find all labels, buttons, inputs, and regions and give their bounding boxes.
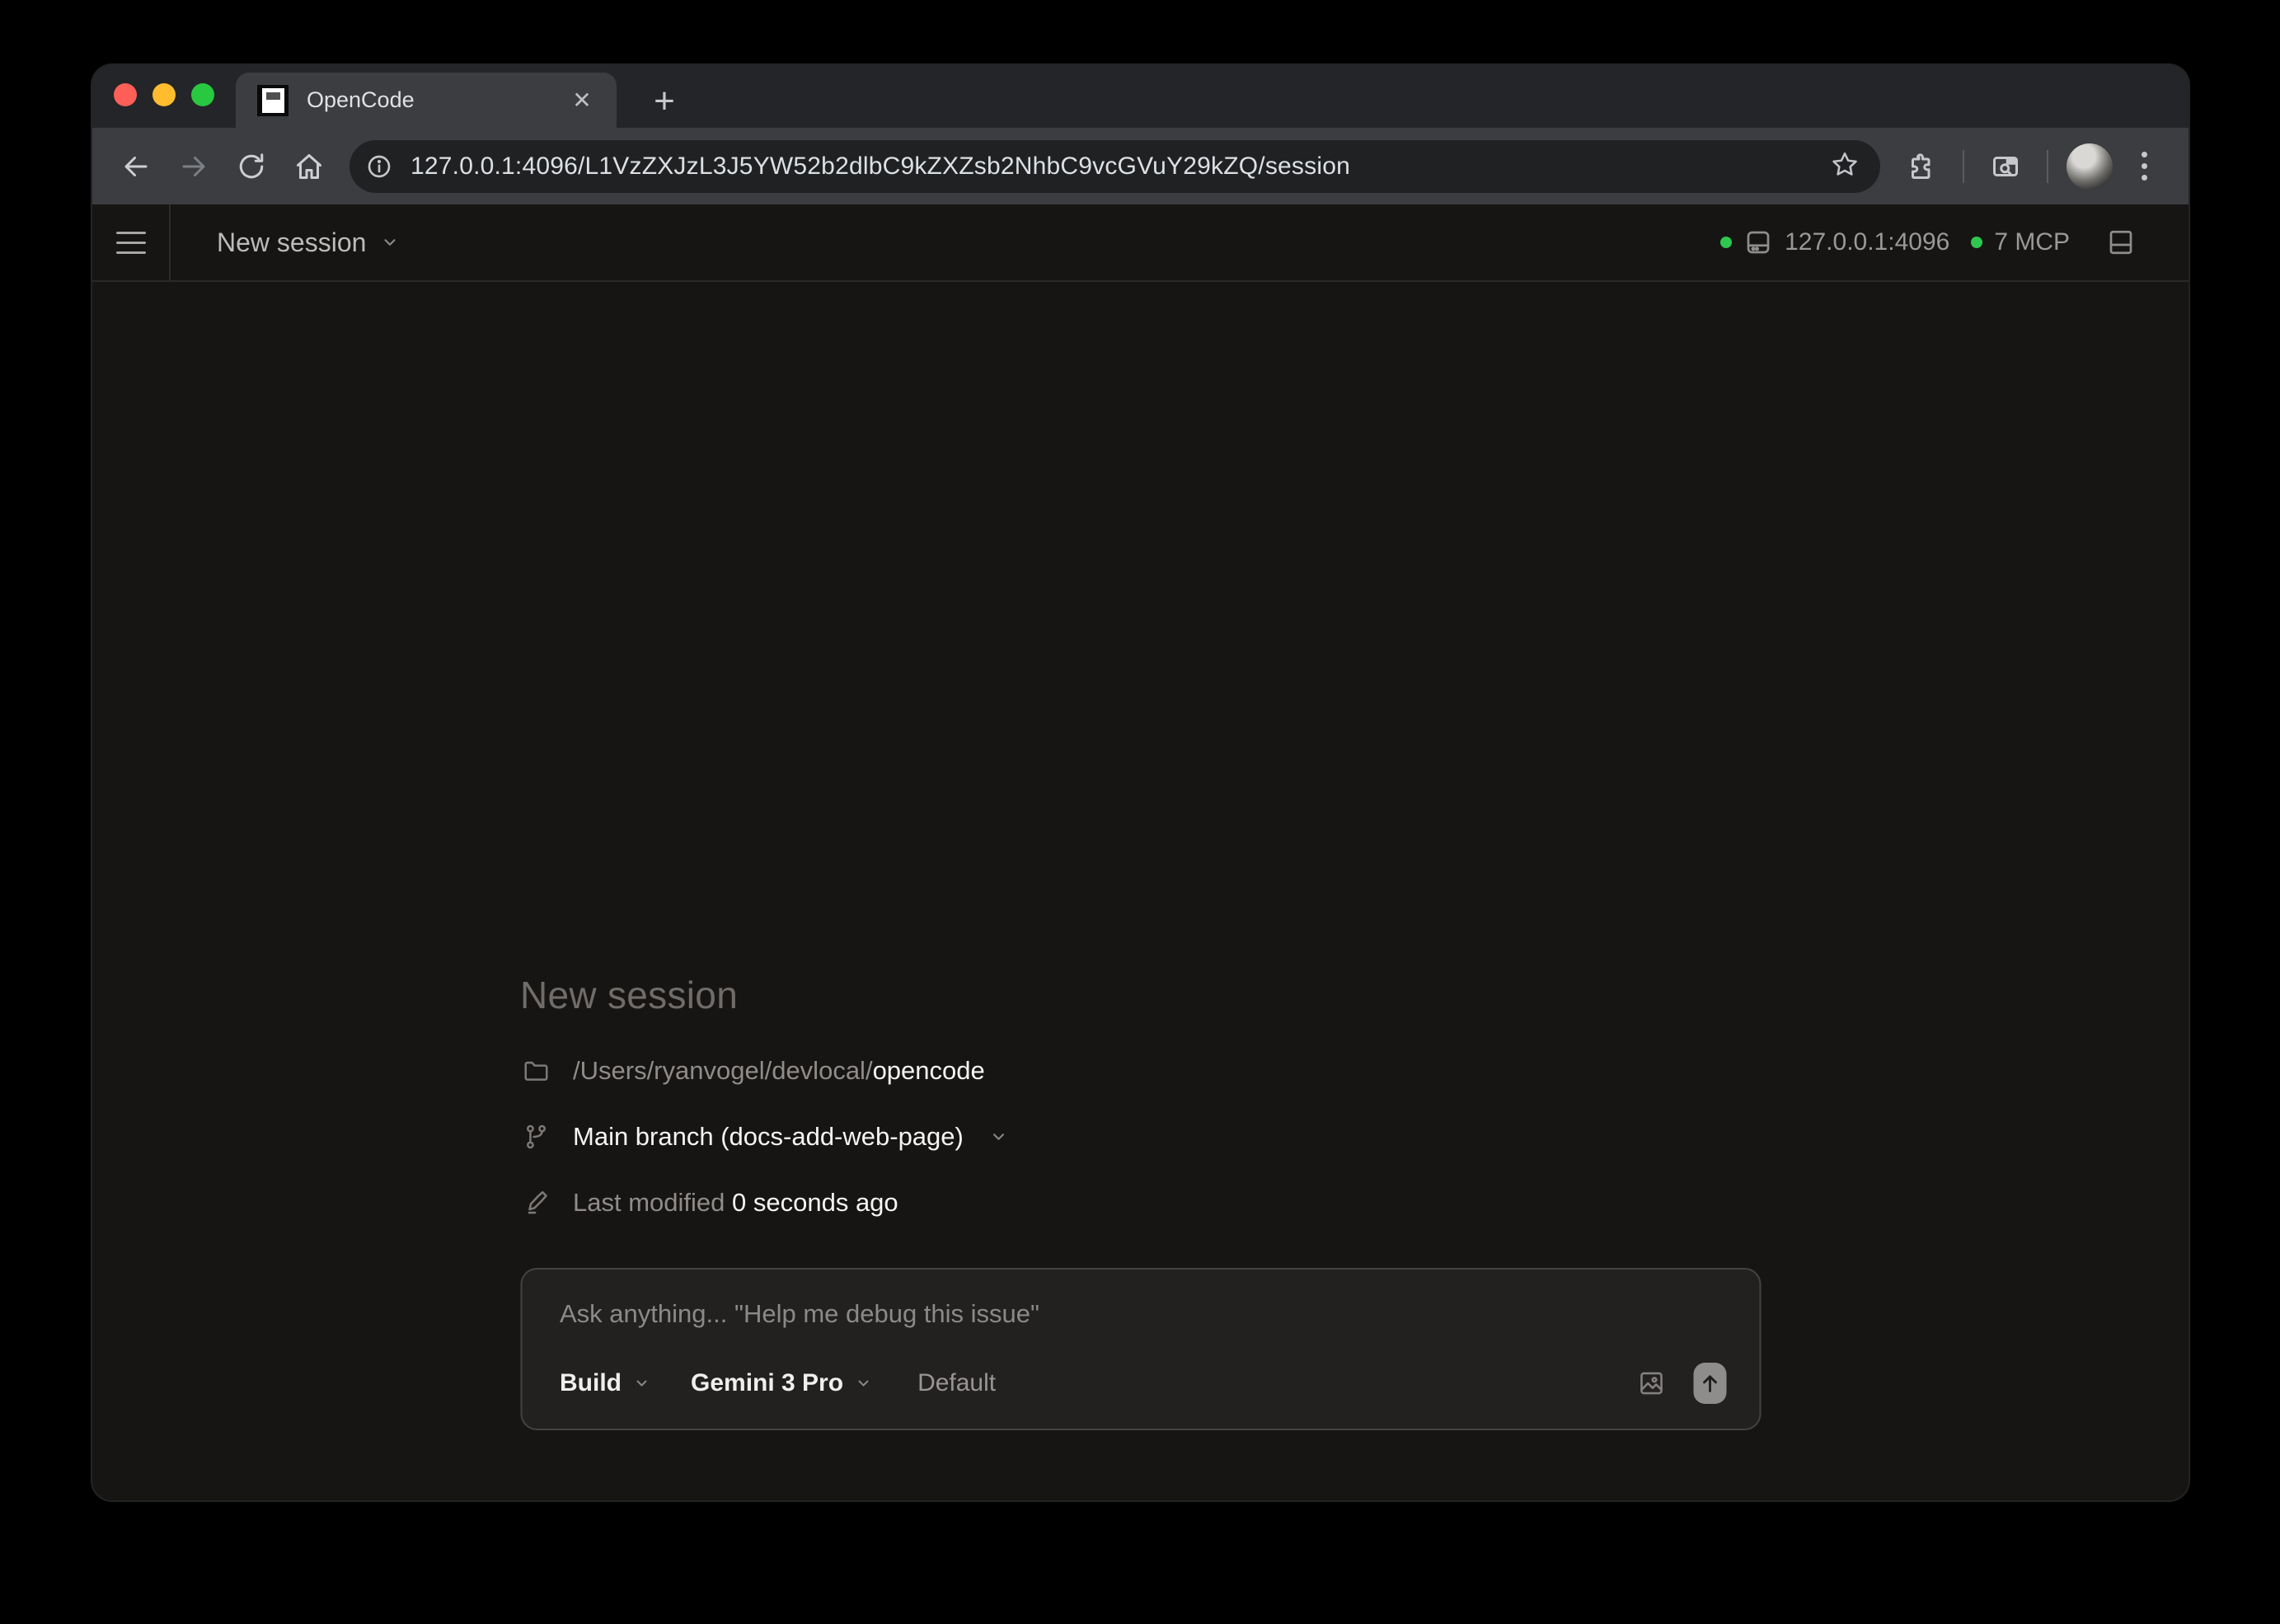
window-close-button[interactable] [114, 83, 137, 106]
project-path: /Users/ryanvogel/devlocal/opencode [573, 1056, 985, 1086]
tab-close-icon[interactable]: ✕ [565, 84, 598, 117]
tab-strip: OpenCode ✕ + [92, 65, 2189, 128]
address-bar[interactable]: 127.0.0.1:4096/L1VzZXJzL3J5YW52b2dlbC9kZ… [350, 140, 1880, 193]
modified-value: 0 seconds ago [732, 1188, 898, 1217]
pencil-icon [520, 1187, 551, 1218]
project-path-name: opencode [873, 1056, 985, 1085]
traffic-lights [114, 83, 214, 106]
window-minimize-button[interactable] [152, 83, 176, 106]
tab-search-icon[interactable] [1982, 143, 2029, 190]
profile-avatar[interactable] [2067, 143, 2113, 190]
extensions-icon[interactable] [1898, 143, 1945, 190]
home-icon [294, 152, 324, 181]
attach-image-button[interactable] [1637, 1369, 1665, 1397]
url-text[interactable]: 127.0.0.1:4096/L1VzZXJzL3J5YW52b2dlbC9kZ… [410, 153, 1831, 181]
browser-tab-opencode[interactable]: OpenCode ✕ [236, 73, 617, 128]
agent-label[interactable]: Default [917, 1369, 996, 1397]
page-title: New session [520, 973, 1761, 1017]
home-button[interactable] [284, 141, 335, 192]
chevron-down-icon [633, 1375, 650, 1392]
session-meta: /Users/ryanvogel/devlocal/opencode Main … [520, 1055, 1761, 1218]
panel-bottom-icon [2106, 228, 2136, 257]
branch-row[interactable]: Main branch (docs-add-web-page) [520, 1121, 1761, 1152]
mode-dropdown[interactable]: Build [560, 1369, 650, 1397]
window-zoom-button[interactable] [191, 83, 214, 106]
browser-window: OpenCode ✕ + 127.0.0.1:4096/L1VzZXJzL3J5… [92, 65, 2189, 1500]
model-label: Gemini 3 Pro [691, 1369, 843, 1397]
folder-icon [520, 1055, 551, 1087]
chevron-down-icon [381, 233, 399, 251]
mode-label: Build [560, 1369, 622, 1397]
sidebar-menu-button[interactable] [92, 204, 171, 280]
last-modified-row: Last modified 0 seconds ago [520, 1187, 1761, 1218]
mcp-status-label: 7 MCP [1994, 228, 2070, 256]
branch-label: Main branch (docs-add-web-page) [573, 1122, 964, 1152]
session-dropdown-label: New session [217, 228, 366, 258]
reload-icon [237, 152, 266, 181]
browser-toolbar: 127.0.0.1:4096/L1VzZXJzL3J5YW52b2dlbC9kZ… [92, 128, 2189, 204]
forward-icon [179, 152, 209, 181]
composer-actions [1637, 1363, 1726, 1404]
composer-toolbar: Build Gemini 3 Pro Default [560, 1363, 1726, 1404]
new-tab-button[interactable]: + [643, 80, 686, 123]
git-branch-icon [520, 1121, 551, 1152]
hamburger-icon [116, 232, 146, 254]
back-button[interactable] [110, 141, 162, 192]
opencode-app: New session 127.0.0.1:4096 7 MCP [92, 204, 2189, 1500]
main-content: New session /Users/ryanvogel/devlocal/op… [92, 282, 2189, 1500]
image-icon [1637, 1369, 1665, 1397]
server-host-label: 127.0.0.1:4096 [1785, 228, 1949, 256]
mcp-status[interactable]: 7 MCP [1971, 228, 2070, 256]
toolbar-right [1898, 143, 2164, 190]
mcp-status-dot [1971, 237, 1982, 248]
browser-menu-icon[interactable] [2124, 152, 2164, 181]
tab-title: OpenCode [307, 87, 565, 113]
server-status[interactable]: 127.0.0.1:4096 [1720, 228, 1949, 257]
app-header: New session 127.0.0.1:4096 7 MCP [92, 204, 2189, 282]
panel-toggle-button[interactable] [2106, 228, 2136, 257]
model-dropdown[interactable]: Gemini 3 Pro [691, 1369, 871, 1397]
app-header-right: 127.0.0.1:4096 7 MCP [1720, 204, 2189, 280]
server-icon [1743, 228, 1773, 257]
opencode-favicon-icon [257, 85, 289, 116]
last-modified: Last modified 0 seconds ago [573, 1188, 898, 1218]
prompt-input-placeholder[interactable]: Ask anything... "Help me debug this issu… [560, 1299, 1726, 1329]
forward-button[interactable] [168, 141, 219, 192]
reload-button[interactable] [226, 141, 277, 192]
toolbar-divider [2047, 150, 2048, 183]
bookmark-star-icon[interactable] [1831, 150, 1859, 182]
site-info-icon[interactable] [359, 147, 399, 186]
send-button[interactable] [1693, 1363, 1726, 1404]
session-dropdown[interactable]: New session [217, 204, 399, 280]
chevron-down-icon [855, 1375, 871, 1392]
back-icon [121, 152, 151, 181]
arrow-up-icon [1698, 1372, 1721, 1395]
toolbar-divider [1963, 150, 1964, 183]
project-path-prefix: /Users/ryanvogel/devlocal/ [573, 1056, 873, 1085]
prompt-composer[interactable]: Ask anything... "Help me debug this issu… [520, 1268, 1761, 1430]
server-status-dot [1720, 237, 1732, 248]
project-path-row: /Users/ryanvogel/devlocal/opencode [520, 1055, 1761, 1087]
modified-label: Last modified [573, 1188, 725, 1217]
chevron-down-icon [990, 1128, 1008, 1146]
